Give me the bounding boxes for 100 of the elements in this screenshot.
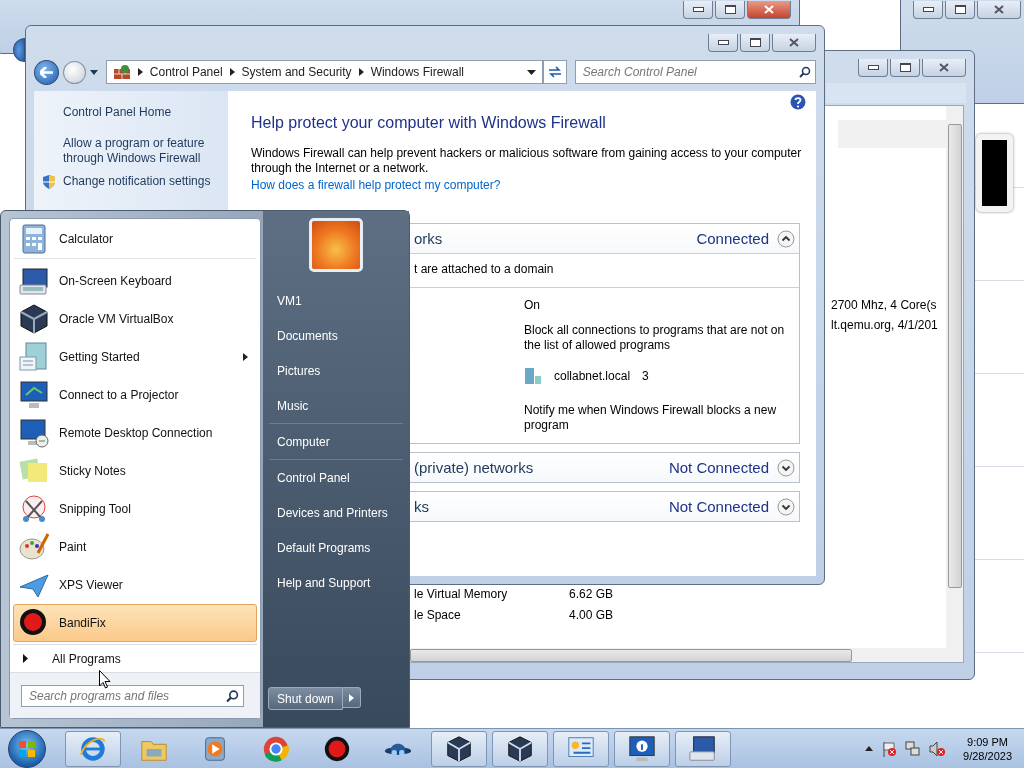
chevron-right-icon: [358, 68, 364, 76]
minimize-button[interactable]: [858, 59, 888, 77]
minimize-button[interactable]: [913, 1, 943, 19]
setting-value: On: [524, 298, 541, 313]
submenu-arrow-icon: [243, 353, 248, 361]
search-field[interactable]: Search programs and files: [21, 684, 244, 707]
taskbar-button[interactable]: [675, 730, 731, 767]
close-icon: [939, 63, 949, 72]
nav-link[interactable]: Allow a program or feature through Windows Firewall: [63, 136, 228, 166]
program-item[interactable]: Getting Started: [13, 338, 257, 376]
close-icon: [994, 5, 1004, 14]
keyboard-icon: [688, 733, 718, 764]
info-value: 4.00 GB: [569, 608, 614, 622]
maximize-button[interactable]: [715, 1, 745, 19]
keyboard-icon: [18, 265, 50, 297]
network-icon: [524, 367, 542, 385]
address-bar[interactable]: Control Panel System and Security Windows Firewall: [105, 60, 543, 84]
info-label: le Virtual Memory: [414, 587, 509, 601]
flag-icon[interactable]: [881, 740, 898, 757]
breadcrumb-item[interactable]: System and Security: [241, 65, 352, 79]
description-text: Windows Firewall can help prevent hackers or malicious software from gaining access to your computer through the Internet or a network.: [251, 146, 803, 176]
maximize-button[interactable]: [945, 1, 975, 19]
menu-link[interactable]: Computer: [269, 424, 403, 459]
minimize-button[interactable]: [683, 1, 713, 19]
cube-icon: [444, 733, 474, 764]
breadcrumb-item[interactable]: Windows Firewall: [370, 65, 464, 79]
vertical-scrollbar[interactable]: [946, 106, 963, 648]
program-item[interactable]: Connect to a Projector: [13, 376, 257, 414]
taskbar-button[interactable]: [431, 730, 487, 767]
info-value: 6.62 GB: [569, 587, 614, 601]
menu-link[interactable]: Help and Support: [269, 565, 403, 600]
caret-icon[interactable]: [526, 69, 536, 75]
back-button[interactable]: [34, 59, 59, 85]
connection-status: Connected: [696, 230, 769, 247]
info-label: le Space: [414, 608, 462, 622]
setting-value: Block all connections to programs that are not on the list of allowed programs: [524, 323, 786, 353]
nav-link[interactable]: Change notification settings: [63, 174, 211, 189]
taskbar-button[interactable]: [492, 730, 548, 767]
breadcrumb-item[interactable]: Control Panel: [149, 65, 223, 79]
program-item[interactable]: Calculator: [13, 219, 257, 259]
section-title: (private) networks: [414, 459, 535, 476]
menu-link[interactable]: Control Panel: [269, 460, 403, 495]
help-link[interactable]: How does a firewall help protect my computer?: [251, 178, 501, 192]
program-item[interactable]: On-Screen Keyboard: [13, 262, 257, 300]
network-count: 3: [642, 369, 649, 383]
user-picture[interactable]: [309, 218, 363, 272]
network-icon[interactable]: [905, 740, 922, 757]
shutdown-button[interactable]: Shut down: [268, 687, 343, 710]
collapse-icon[interactable]: [777, 229, 795, 248]
search-icon: [226, 689, 239, 702]
menu-link[interactable]: Devices and Printers: [269, 495, 403, 530]
menu-link[interactable]: VM1: [269, 283, 403, 318]
maximize-button[interactable]: [890, 59, 920, 77]
menu-link[interactable]: Default Programs: [269, 530, 403, 565]
document-icon: [18, 341, 50, 373]
chevron-right-icon: [229, 68, 235, 76]
minimize-button[interactable]: [708, 34, 738, 52]
menu-link[interactable]: Documents: [269, 318, 403, 353]
palette-icon: [18, 531, 50, 563]
refresh-button[interactable]: [542, 60, 567, 84]
close-icon: [789, 38, 799, 47]
cube-icon: [505, 733, 535, 764]
triangle-right-icon: [23, 654, 28, 663]
close-button[interactable]: [977, 1, 1021, 19]
triangle-right-icon: [348, 693, 354, 702]
search-field[interactable]: Search Control Panel: [574, 60, 816, 84]
close-button[interactable]: [747, 1, 791, 19]
nav-link[interactable]: Control Panel Home: [63, 105, 172, 120]
brick-wall-icon: [112, 64, 131, 80]
start-button[interactable]: [8, 729, 46, 768]
cursor-icon: [99, 670, 111, 689]
program-item[interactable]: Oracle VM VirtualBox: [13, 300, 257, 338]
maximize-button[interactable]: [740, 34, 770, 52]
menu-link[interactable]: Pictures: [269, 353, 403, 388]
program-item[interactable]: Sticky Notes: [13, 452, 257, 490]
help-icon[interactable]: [790, 94, 806, 110]
close-button[interactable]: [772, 34, 816, 52]
program-item[interactable]: Remote Desktop Connection: [13, 414, 257, 452]
all-programs-button[interactable]: All Programs: [23, 651, 121, 666]
program-item[interactable]: BandiFix: [13, 604, 257, 642]
menu-link[interactable]: Music: [269, 388, 403, 423]
close-button[interactable]: [922, 59, 966, 77]
program-item[interactable]: Snipping Tool: [13, 490, 257, 528]
shield-icon: [41, 174, 57, 190]
expand-icon[interactable]: [777, 458, 795, 477]
program-item[interactable]: XPS Viewer: [13, 566, 257, 604]
setting-value: Notify me when Windows Firewall blocks a new program: [524, 403, 778, 433]
taskbar-button[interactable]: [614, 730, 670, 767]
arrow-up-icon[interactable]: [865, 746, 874, 751]
cube-icon: [18, 303, 50, 335]
refresh-icon: [547, 66, 562, 78]
clock[interactable]: 9:09 PM 9/28/2023: [963, 735, 1012, 762]
chevron-right-icon: [137, 68, 143, 76]
monitor-icon: [18, 417, 50, 449]
speaker-muted-icon[interactable]: [929, 740, 946, 757]
program-item[interactable]: Paint: [13, 528, 257, 566]
monitor-icon: [18, 379, 50, 411]
caret-icon[interactable]: [89, 69, 98, 75]
expand-icon[interactable]: [777, 497, 795, 516]
network-name: collabnet.local: [554, 369, 631, 383]
